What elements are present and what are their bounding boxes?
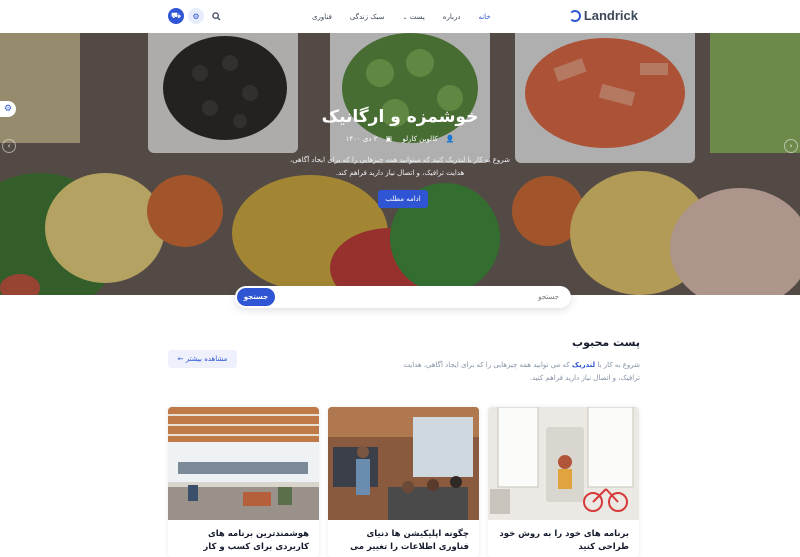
hero-title: خوشمزه و ارگانیک xyxy=(321,107,479,127)
post-card[interactable]: چگونه اپلیکیشن ها دنیای فناوری اطلاعات ر… xyxy=(328,407,479,557)
post-card[interactable]: هوشمندترین برنامه های کاربردی برای کسب و… xyxy=(168,407,319,557)
search-button[interactable] xyxy=(208,8,224,24)
main-menu: خانه درباره پست ⌄ سبک زندگی فناوری xyxy=(312,0,491,33)
settings-button[interactable]: ⚙ xyxy=(188,8,204,24)
post-card-title[interactable]: هوشمندترین برنامه های کاربردی برای کسب و… xyxy=(179,528,309,554)
nav-item-about[interactable]: درباره xyxy=(443,13,461,21)
search-bar: جستجو xyxy=(235,286,571,308)
brand-logo[interactable]: Landrick xyxy=(568,8,638,23)
chevron-right-icon: › xyxy=(789,142,793,150)
nav-item-home[interactable]: خانه xyxy=(478,13,490,21)
post-card-image xyxy=(328,407,479,520)
calendar-icon: ▣ xyxy=(385,135,393,143)
cart-icon: ⛟ xyxy=(170,11,182,20)
gear-icon: ⚙ xyxy=(192,11,200,21)
nav-item-post[interactable]: پست ⌄ xyxy=(402,13,424,21)
hero-description: شروع به کار با لندریک کنید که میتوانید ه… xyxy=(289,156,511,177)
author-icon: 👤 xyxy=(445,135,455,143)
navbar: Landrick خانه درباره پست ⌄ سبک زندگی فنا… xyxy=(0,0,800,33)
post-card-image xyxy=(488,407,639,520)
search-submit-button[interactable]: جستجو xyxy=(237,288,275,306)
nav-item-technology[interactable]: فناوری xyxy=(312,13,332,21)
search-icon xyxy=(211,11,221,21)
logo-icon xyxy=(568,9,581,22)
post-card[interactable]: برنامه های خود را به روش خود طراحی کنید xyxy=(488,407,639,557)
hero-banner: ⚙ ‹ › خوشمزه و ارگانیک 👤کالوین کارلو ▣۲ … xyxy=(0,33,800,295)
section-desc-pre: شروع به کار با xyxy=(597,361,640,369)
nav-item-post-label: پست xyxy=(409,12,425,21)
search-input[interactable] xyxy=(309,289,559,305)
section-desc-brand: لندریک xyxy=(571,361,596,369)
view-more-button[interactable]: مشاهده بیشتر ← xyxy=(168,350,237,368)
section-title: پست محبوب xyxy=(572,336,640,349)
nav-actions: ⛟ ⚙ xyxy=(168,8,224,24)
post-card-image xyxy=(168,407,319,520)
nav-item-lifestyle[interactable]: سبک زندگی xyxy=(350,13,385,21)
section-description: شروع به کار با لندریک که می توانید همه چ… xyxy=(390,359,640,385)
post-card-title[interactable]: چگونه اپلیکیشن ها دنیای فناوری اطلاعات ر… xyxy=(339,528,469,557)
post-card-title[interactable]: برنامه های خود را به روش خود طراحی کنید xyxy=(499,528,629,554)
cart-button[interactable]: ⛟ xyxy=(168,8,184,24)
brand-name: Landrick xyxy=(583,8,638,23)
chevron-left-icon: ‹ xyxy=(7,142,11,150)
read-more-button[interactable]: ادامه مطلب xyxy=(378,190,428,208)
chevron-down-icon: ⌄ xyxy=(402,13,408,21)
hero-meta: 👤 کالوین کارلو ▣ ۲ دی ۱۴۰۰ xyxy=(0,135,800,143)
hero-date: ۲ دی ۱۴۰۰ xyxy=(345,135,378,143)
hero-author: کالوین کارلو xyxy=(402,135,438,143)
